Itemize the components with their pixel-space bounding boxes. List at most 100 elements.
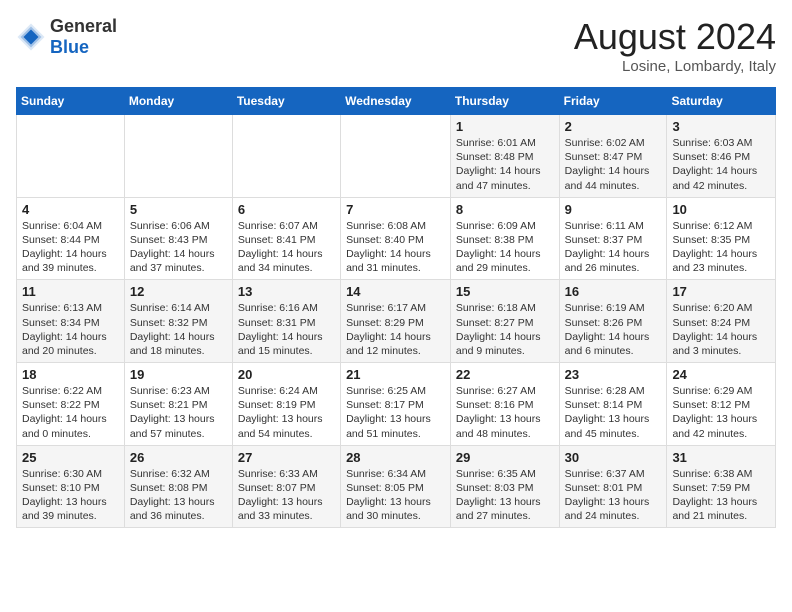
day-cell: 4 Sunrise: 6:04 AM Sunset: 8:44 PM Daylig… (17, 197, 125, 280)
day-cell: 10Sunrise: 6:12 AM Sunset: 8:35 PM Dayli… (667, 197, 776, 280)
day-number: 26 (130, 450, 227, 465)
day-cell: 12 Sunrise: 6:14 AM Sunset: 8:32 PM Dayli… (124, 280, 232, 363)
day-cell: 7 Sunrise: 6:08 AM Sunset: 8:40 PM Daylig… (341, 197, 451, 280)
day-cell: 22Sunrise: 6:27 AM Sunset: 8:16 PM Dayli… (450, 363, 559, 446)
day-number: 12 (130, 284, 227, 299)
day-info: Sunrise: 6:14 AM Sunset: 8:32 PM Dayligh… (130, 301, 227, 358)
day-number: 14 (346, 284, 445, 299)
day-info: Sunrise: 6:08 AM Sunset: 8:40 PM Dayligh… (346, 219, 445, 276)
calendar-header: Sunday Monday Tuesday Wednesday Thursday… (17, 88, 776, 115)
day-cell: 18Sunrise: 6:22 AM Sunset: 8:22 PM Dayli… (17, 363, 125, 446)
day-number: 10 (672, 202, 770, 217)
day-cell: 23Sunrise: 6:28 AM Sunset: 8:14 PM Dayli… (559, 363, 667, 446)
day-cell: 21 Sunrise: 6:25 AM Sunset: 8:17 PM Dayli… (341, 363, 451, 446)
day-cell: 31 Sunrise: 6:38 AM Sunset: 7:59 PM Dayli… (667, 445, 776, 528)
logo-icon (16, 22, 46, 52)
day-number: 5 (130, 202, 227, 217)
month-title: August 2024 (574, 16, 776, 58)
day-info: Sunrise: 6:17 AM Sunset: 8:29 PM Dayligh… (346, 301, 445, 358)
day-number: 7 (346, 202, 445, 217)
day-number: 16 (565, 284, 662, 299)
day-info: Sunrise: 6:25 AM Sunset: 8:17 PM Dayligh… (346, 384, 445, 441)
day-cell: 28Sunrise: 6:34 AM Sunset: 8:05 PM Dayli… (341, 445, 451, 528)
day-number: 17 (672, 284, 770, 299)
day-info: Sunrise: 6:11 AM Sunset: 8:37 PM Dayligh… (565, 219, 662, 276)
day-cell: 13 Sunrise: 6:16 AM Sunset: 8:31 PM Dayli… (232, 280, 340, 363)
day-info: Sunrise: 6:30 AM Sunset: 8:10 PM Dayligh… (22, 467, 119, 524)
week-row-5: 25 Sunrise: 6:30 AM Sunset: 8:10 PM Dayli… (17, 445, 776, 528)
day-number: 2 (565, 119, 662, 134)
week-row-3: 11Sunrise: 6:13 AM Sunset: 8:34 PM Dayli… (17, 280, 776, 363)
day-cell: 3 Sunrise: 6:03 AM Sunset: 8:46 PM Daylig… (667, 115, 776, 198)
day-info: Sunrise: 6:38 AM Sunset: 7:59 PM Dayligh… (672, 467, 770, 524)
col-thursday: Thursday (450, 88, 559, 115)
day-cell: 9 Sunrise: 6:11 AM Sunset: 8:37 PM Daylig… (559, 197, 667, 280)
day-info: Sunrise: 6:24 AM Sunset: 8:19 PM Dayligh… (238, 384, 335, 441)
calendar-body: 1 Sunrise: 6:01 AM Sunset: 8:48 PM Daylig… (17, 115, 776, 528)
day-number: 25 (22, 450, 119, 465)
day-cell: 29Sunrise: 6:35 AM Sunset: 8:03 PM Dayli… (450, 445, 559, 528)
day-number: 19 (130, 367, 227, 382)
day-info: Sunrise: 6:28 AM Sunset: 8:14 PM Dayligh… (565, 384, 662, 441)
col-tuesday: Tuesday (232, 88, 340, 115)
day-number: 4 (22, 202, 119, 217)
day-cell (124, 115, 232, 198)
week-row-1: 1 Sunrise: 6:01 AM Sunset: 8:48 PM Daylig… (17, 115, 776, 198)
day-cell: 1 Sunrise: 6:01 AM Sunset: 8:48 PM Daylig… (450, 115, 559, 198)
location: Losine, Lombardy, Italy (574, 58, 776, 75)
day-info: Sunrise: 6:07 AM Sunset: 8:41 PM Dayligh… (238, 219, 335, 276)
day-info: Sunrise: 6:19 AM Sunset: 8:26 PM Dayligh… (565, 301, 662, 358)
day-cell: 14 Sunrise: 6:17 AM Sunset: 8:29 PM Dayli… (341, 280, 451, 363)
day-number: 13 (238, 284, 335, 299)
week-row-4: 18Sunrise: 6:22 AM Sunset: 8:22 PM Dayli… (17, 363, 776, 446)
day-cell: 24Sunrise: 6:29 AM Sunset: 8:12 PM Dayli… (667, 363, 776, 446)
day-number: 30 (565, 450, 662, 465)
day-cell: 26 Sunrise: 6:32 AM Sunset: 8:08 PM Dayli… (124, 445, 232, 528)
day-cell: 8 Sunrise: 6:09 AM Sunset: 8:38 PM Daylig… (450, 197, 559, 280)
col-saturday: Saturday (667, 88, 776, 115)
day-cell: 11Sunrise: 6:13 AM Sunset: 8:34 PM Dayli… (17, 280, 125, 363)
day-number: 6 (238, 202, 335, 217)
day-cell: 19Sunrise: 6:23 AM Sunset: 8:21 PM Dayli… (124, 363, 232, 446)
logo-text: General Blue (50, 16, 117, 58)
day-cell: 2 Sunrise: 6:02 AM Sunset: 8:47 PM Daylig… (559, 115, 667, 198)
day-cell: 5Sunrise: 6:06 AM Sunset: 8:43 PM Daylig… (124, 197, 232, 280)
day-cell: 16 Sunrise: 6:19 AM Sunset: 8:26 PM Dayli… (559, 280, 667, 363)
day-cell: 27Sunrise: 6:33 AM Sunset: 8:07 PM Dayli… (232, 445, 340, 528)
day-number: 1 (456, 119, 554, 134)
day-info: Sunrise: 6:35 AM Sunset: 8:03 PM Dayligh… (456, 467, 554, 524)
title-area: August 2024 Losine, Lombardy, Italy (574, 16, 776, 75)
day-info: Sunrise: 6:16 AM Sunset: 8:31 PM Dayligh… (238, 301, 335, 358)
day-number: 27 (238, 450, 335, 465)
calendar-table: Sunday Monday Tuesday Wednesday Thursday… (16, 87, 776, 528)
logo-general: General (50, 16, 117, 37)
day-number: 9 (565, 202, 662, 217)
day-cell: 6 Sunrise: 6:07 AM Sunset: 8:41 PM Daylig… (232, 197, 340, 280)
day-info: Sunrise: 6:09 AM Sunset: 8:38 PM Dayligh… (456, 219, 554, 276)
day-cell (341, 115, 451, 198)
day-info: Sunrise: 6:02 AM Sunset: 8:47 PM Dayligh… (565, 136, 662, 193)
day-info: Sunrise: 6:37 AM Sunset: 8:01 PM Dayligh… (565, 467, 662, 524)
day-cell: 30 Sunrise: 6:37 AM Sunset: 8:01 PM Dayli… (559, 445, 667, 528)
day-cell (232, 115, 340, 198)
day-info: Sunrise: 6:01 AM Sunset: 8:48 PM Dayligh… (456, 136, 554, 193)
week-row-2: 4 Sunrise: 6:04 AM Sunset: 8:44 PM Daylig… (17, 197, 776, 280)
day-cell: 25 Sunrise: 6:30 AM Sunset: 8:10 PM Dayli… (17, 445, 125, 528)
day-info: Sunrise: 6:03 AM Sunset: 8:46 PM Dayligh… (672, 136, 770, 193)
col-monday: Monday (124, 88, 232, 115)
day-number: 21 (346, 367, 445, 382)
day-number: 20 (238, 367, 335, 382)
day-cell: 17Sunrise: 6:20 AM Sunset: 8:24 PM Dayli… (667, 280, 776, 363)
day-number: 18 (22, 367, 119, 382)
header-row: Sunday Monday Tuesday Wednesday Thursday… (17, 88, 776, 115)
day-number: 31 (672, 450, 770, 465)
day-cell: 20 Sunrise: 6:24 AM Sunset: 8:19 PM Dayli… (232, 363, 340, 446)
day-info: Sunrise: 6:04 AM Sunset: 8:44 PM Dayligh… (22, 219, 119, 276)
day-number: 8 (456, 202, 554, 217)
day-info: Sunrise: 6:32 AM Sunset: 8:08 PM Dayligh… (130, 467, 227, 524)
day-cell: 15Sunrise: 6:18 AM Sunset: 8:27 PM Dayli… (450, 280, 559, 363)
day-number: 11 (22, 284, 119, 299)
col-friday: Friday (559, 88, 667, 115)
page-header: General Blue August 2024 Losine, Lombard… (16, 16, 776, 75)
day-number: 3 (672, 119, 770, 134)
